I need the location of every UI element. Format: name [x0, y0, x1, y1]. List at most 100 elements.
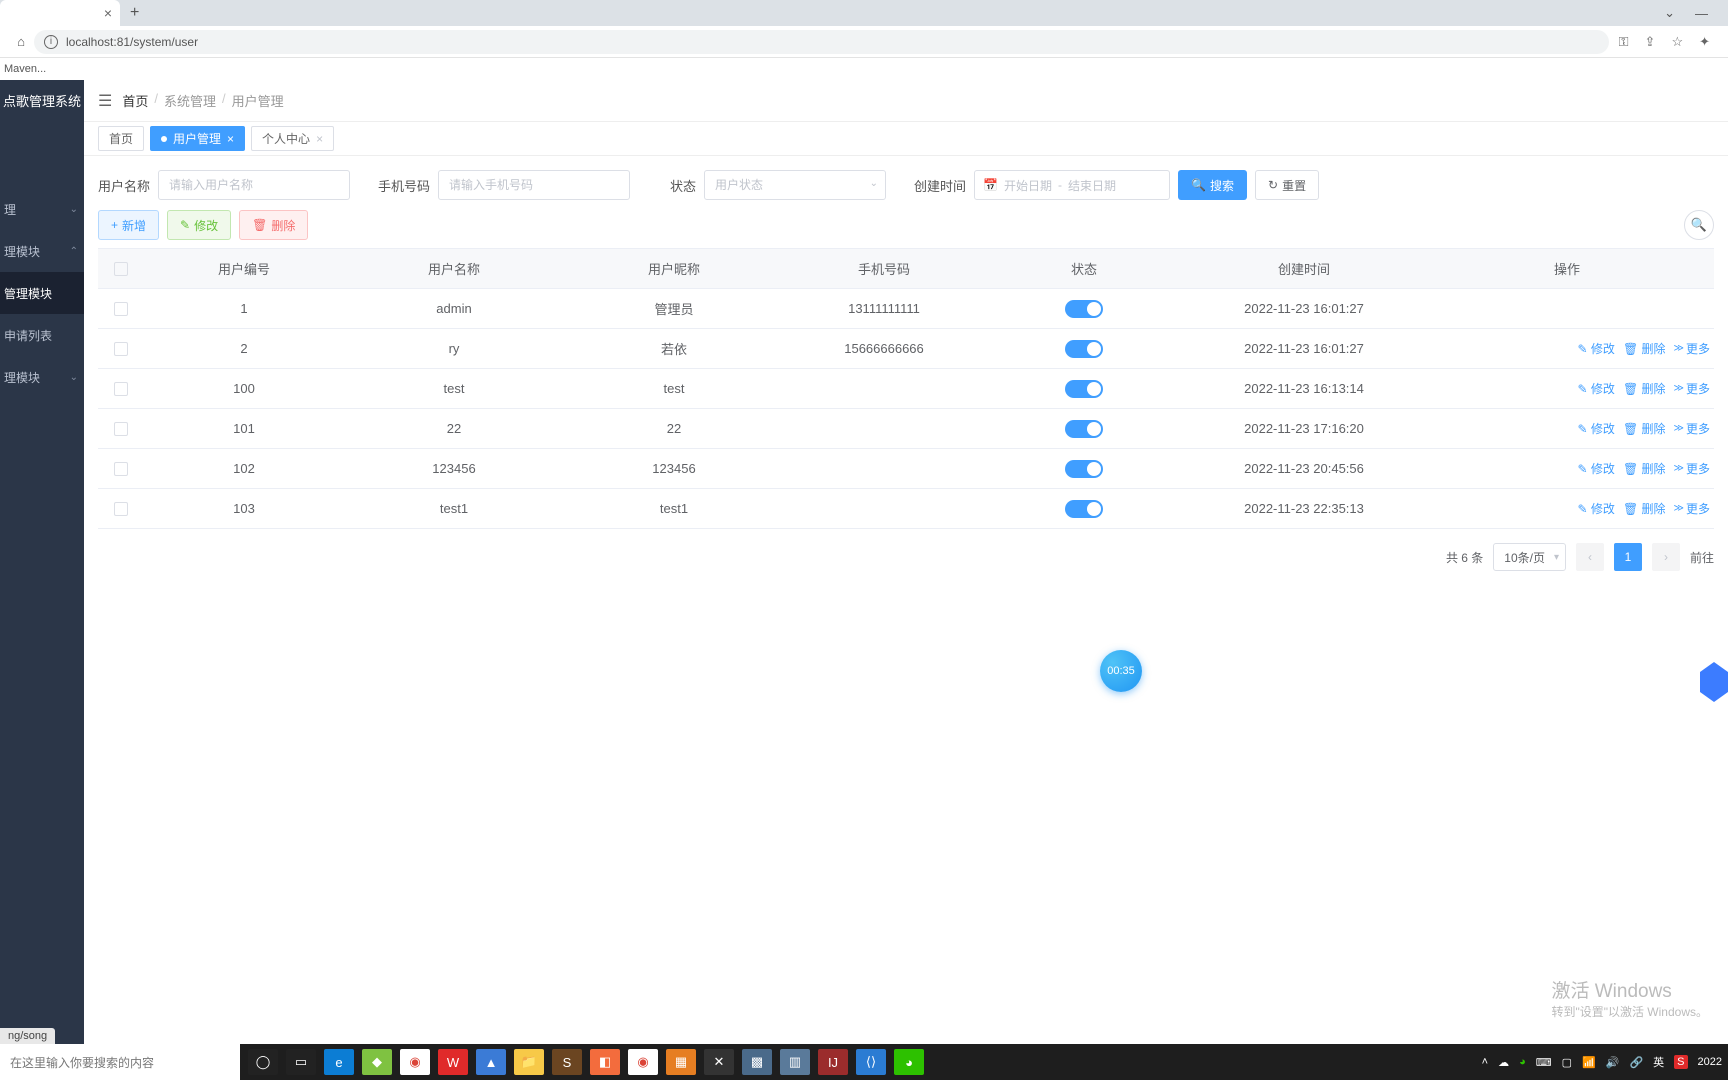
- status-toggle[interactable]: [1065, 460, 1103, 478]
- username-input[interactable]: [158, 170, 350, 200]
- sublime-icon[interactable]: S: [552, 1049, 582, 1075]
- page-number[interactable]: 1: [1614, 543, 1642, 571]
- row-more-link[interactable]: 更多: [1674, 340, 1710, 357]
- crumb-item[interactable]: 系统管理: [164, 91, 216, 110]
- delete-button[interactable]: 🗑 删除: [239, 210, 308, 240]
- next-page-button[interactable]: ›: [1652, 543, 1680, 571]
- app-icon[interactable]: ▥: [780, 1049, 810, 1075]
- wechat-icon[interactable]: ◕: [894, 1049, 924, 1075]
- sidebar-item[interactable]: 理模块⌃: [0, 230, 84, 272]
- vscode-icon[interactable]: ⟨⟩: [856, 1049, 886, 1075]
- status-toggle[interactable]: [1065, 500, 1103, 518]
- row-checkbox[interactable]: [114, 342, 128, 356]
- date-range-picker[interactable]: 📅 开始日期 - 结束日期: [974, 170, 1170, 200]
- sidebar-item[interactable]: 理⌄: [0, 188, 84, 230]
- wechat-tray-icon[interactable]: ◕: [1519, 1056, 1526, 1068]
- row-more-link[interactable]: 更多: [1674, 420, 1710, 437]
- extension-icon[interactable]: ✦: [1699, 34, 1710, 50]
- bookmark-item[interactable]: Maven...: [4, 63, 46, 75]
- status-toggle[interactable]: [1065, 340, 1103, 358]
- edit-button[interactable]: ✎ 修改: [167, 210, 231, 240]
- sidebar-item[interactable]: 申请列表: [0, 314, 84, 356]
- wifi-icon[interactable]: 📶: [1582, 1056, 1596, 1069]
- edge-icon[interactable]: e: [324, 1049, 354, 1075]
- row-edit-link[interactable]: ✎ 修改: [1578, 380, 1615, 397]
- app-icon[interactable]: ▦: [666, 1049, 696, 1075]
- row-delete-link[interactable]: 🗑 删除: [1623, 340, 1666, 357]
- status-toggle[interactable]: [1065, 380, 1103, 398]
- task-view-icon[interactable]: ▭: [286, 1049, 316, 1075]
- row-more-link[interactable]: 更多: [1674, 460, 1710, 477]
- row-delete-link[interactable]: 🗑 删除: [1623, 460, 1666, 477]
- sidebar-item[interactable]: 管理模块: [0, 272, 84, 314]
- intellij-icon[interactable]: IJ: [818, 1049, 848, 1075]
- reset-button[interactable]: ↻ 重置: [1255, 170, 1319, 200]
- row-checkbox[interactable]: [114, 462, 128, 476]
- row-checkbox[interactable]: [114, 382, 128, 396]
- row-edit-link[interactable]: ✎ 修改: [1578, 420, 1615, 437]
- app-icon[interactable]: ◧: [590, 1049, 620, 1075]
- ime-icon[interactable]: S: [1674, 1055, 1687, 1069]
- share-icon[interactable]: ⇪: [1645, 34, 1656, 50]
- row-delete-link[interactable]: 🗑 删除: [1623, 420, 1666, 437]
- view-tab[interactable]: 首页: [98, 126, 144, 151]
- close-icon[interactable]: ×: [316, 132, 323, 146]
- row-checkbox[interactable]: [114, 422, 128, 436]
- select-all-checkbox[interactable]: [114, 262, 128, 276]
- cloud-icon[interactable]: ☁: [1498, 1056, 1509, 1069]
- tray-chevron-icon[interactable]: ˄: [1482, 1056, 1488, 1068]
- app-icon[interactable]: ▩: [742, 1049, 772, 1075]
- search-button[interactable]: 🔍 搜索: [1178, 170, 1247, 200]
- crumb-home[interactable]: 首页: [122, 91, 148, 110]
- menu-collapse-icon[interactable]: ☰: [98, 91, 112, 111]
- info-icon[interactable]: i: [44, 35, 58, 49]
- page-size-select[interactable]: 10条/页: [1493, 543, 1566, 571]
- new-tab-button[interactable]: +: [130, 4, 139, 22]
- row-edit-link[interactable]: ✎ 修改: [1578, 500, 1615, 517]
- app-icon[interactable]: ◆: [362, 1049, 392, 1075]
- cortana-icon[interactable]: ◯: [248, 1049, 278, 1075]
- tools-icon[interactable]: ✕: [704, 1049, 734, 1075]
- volume-icon[interactable]: 🔊: [1606, 1056, 1620, 1069]
- row-checkbox[interactable]: [114, 302, 128, 316]
- status-toggle[interactable]: [1065, 420, 1103, 438]
- row-more-link[interactable]: 更多: [1674, 500, 1710, 517]
- phone-input[interactable]: [438, 170, 630, 200]
- status-toggle[interactable]: [1065, 300, 1103, 318]
- battery-icon[interactable]: ▢: [1562, 1056, 1572, 1069]
- crumb-item[interactable]: 用户管理: [232, 91, 284, 110]
- explorer-icon[interactable]: 📁: [514, 1049, 544, 1075]
- url-field[interactable]: i localhost:81/system/user: [34, 30, 1609, 54]
- view-tab[interactable]: 用户管理×: [150, 126, 245, 151]
- chrome-icon[interactable]: ◉: [628, 1049, 658, 1075]
- recorder-badge[interactable]: 00:35: [1100, 650, 1142, 692]
- clock[interactable]: 2022: [1698, 1056, 1722, 1068]
- row-edit-link[interactable]: ✎ 修改: [1578, 340, 1615, 357]
- row-edit-link[interactable]: ✎ 修改: [1578, 460, 1615, 477]
- chrome-icon[interactable]: ◉: [400, 1049, 430, 1075]
- row-checkbox[interactable]: [114, 502, 128, 516]
- windows-search-box[interactable]: 在这里输入你要搜索的内容: [0, 1044, 240, 1080]
- view-tab[interactable]: 个人中心×: [251, 126, 334, 151]
- browser-tab[interactable]: ×: [0, 0, 120, 26]
- home-icon[interactable]: ⌂: [8, 34, 34, 49]
- add-button[interactable]: + 新增: [98, 210, 159, 240]
- row-delete-link[interactable]: 🗑 删除: [1623, 380, 1666, 397]
- system-tray[interactable]: ˄ ☁ ◕ ⌨ ▢ 📶 🔊 🔗 英 S 2022: [1482, 1054, 1728, 1070]
- prev-page-button[interactable]: ‹: [1576, 543, 1604, 571]
- ime-lang[interactable]: 英: [1653, 1054, 1664, 1070]
- app-icon[interactable]: ▲: [476, 1049, 506, 1075]
- star-icon[interactable]: ☆: [1671, 34, 1683, 50]
- key-icon[interactable]: ⚿: [1619, 34, 1629, 50]
- link-icon[interactable]: 🔗: [1629, 1056, 1643, 1069]
- close-icon[interactable]: ×: [104, 5, 112, 21]
- chevron-down-icon[interactable]: ⌄: [1664, 5, 1675, 21]
- status-select[interactable]: [704, 170, 886, 200]
- wps-icon[interactable]: W: [438, 1049, 468, 1075]
- search-toggle-button[interactable]: 🔍: [1684, 210, 1714, 240]
- row-more-link[interactable]: 更多: [1674, 380, 1710, 397]
- minimize-icon[interactable]: —: [1695, 6, 1708, 21]
- row-delete-link[interactable]: 🗑 删除: [1623, 500, 1666, 517]
- keyboard-icon[interactable]: ⌨: [1536, 1056, 1552, 1069]
- close-icon[interactable]: ×: [227, 132, 234, 146]
